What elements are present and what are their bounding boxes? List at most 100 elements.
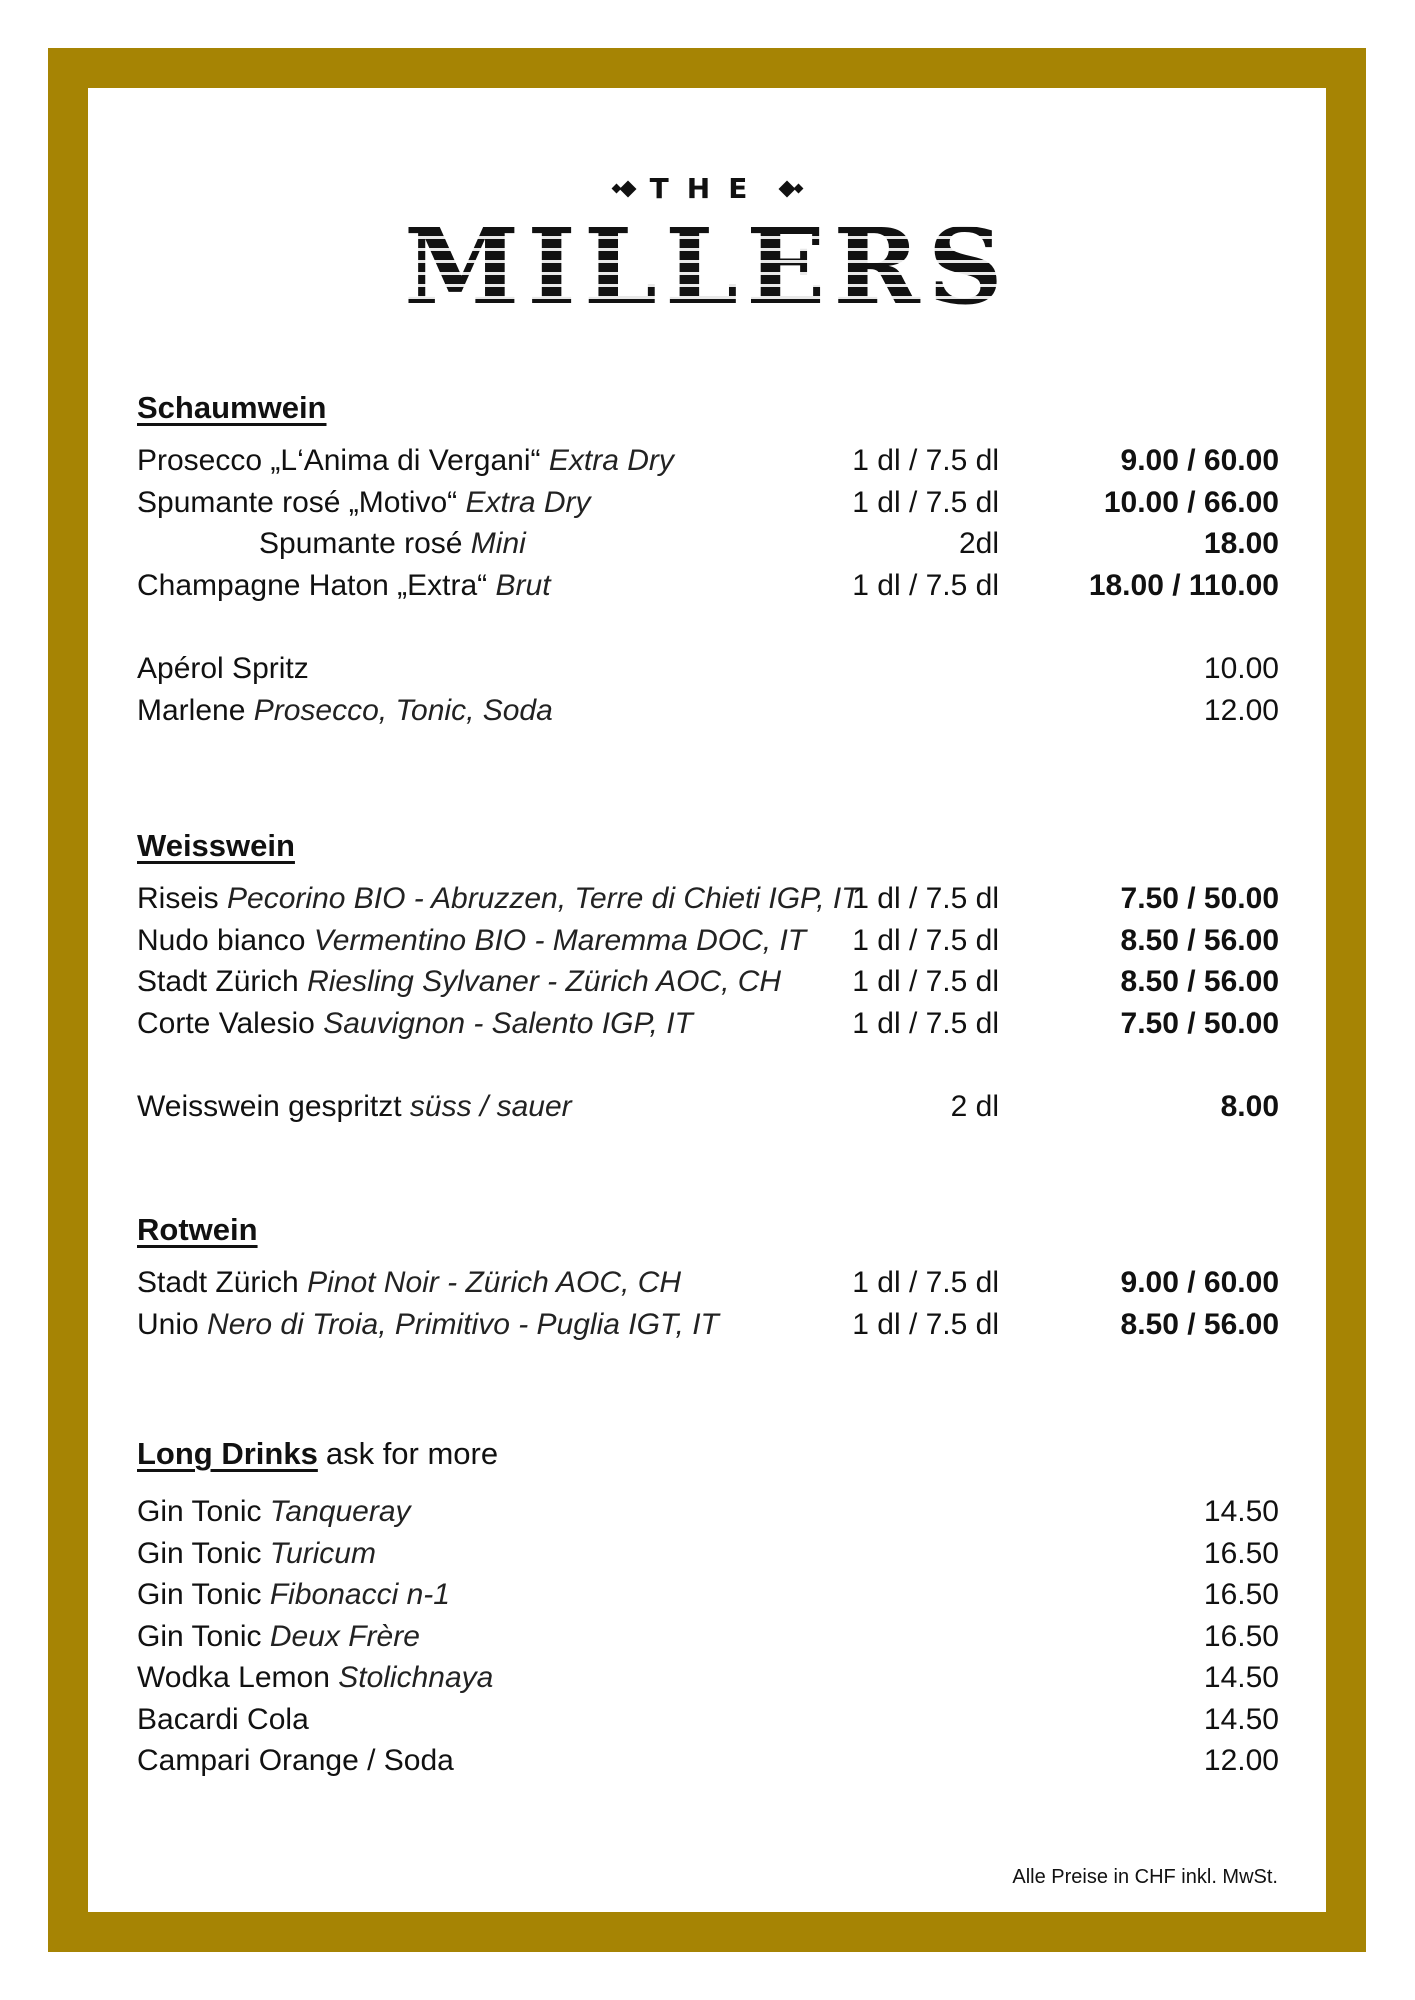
item-name: Champagne Haton „Extra“ Brut bbox=[137, 565, 551, 606]
item-title: Nudo bianco bbox=[137, 923, 306, 957]
menu-item: Nudo bianco Vermentino BIO - Maremma DOC… bbox=[137, 920, 1279, 962]
item-size: 1 dl / 7.5 dl bbox=[852, 1266, 999, 1299]
item-price: 7.50 / 50.00 bbox=[1120, 882, 1279, 915]
item-title: Apérol Spritz bbox=[137, 652, 309, 685]
section-rows: Riseis Pecorino BIO - Abruzzen, Terre di… bbox=[137, 878, 1279, 1128]
section-rows: Stadt Zürich Pinot Noir - Zürich AOC, CH… bbox=[137, 1262, 1279, 1345]
item-title: Weisswein gespritzt bbox=[137, 1090, 402, 1123]
item-title: Gin Tonic bbox=[137, 1619, 262, 1653]
section-title-text: Rotwein bbox=[137, 1212, 258, 1247]
item-price: 12.00 bbox=[1203, 693, 1279, 727]
item-price: 16.50 bbox=[1203, 1578, 1279, 1611]
item-title: Champagne Haton „Extra“ bbox=[137, 568, 488, 602]
item-detail: Mini bbox=[470, 527, 526, 560]
menu-item: Stadt Zürich Pinot Noir - Zürich AOC, CH… bbox=[137, 1262, 1279, 1304]
menu-item: Stadt Zürich Riesling Sylvaner - Zürich … bbox=[137, 961, 1279, 1003]
item-price: 8.50 / 56.00 bbox=[1120, 923, 1279, 957]
item-title: Riseis bbox=[137, 882, 219, 915]
item-detail: Riesling Sylvaner - Zürich AOC, CH bbox=[307, 965, 782, 998]
menu-item: Corte Valesio Sauvignon - Salento IGP, I… bbox=[137, 1003, 1279, 1045]
item-price: 18.00 / 110.00 bbox=[1088, 568, 1279, 602]
item-price: 16.50 bbox=[1203, 1536, 1279, 1570]
menu-item: Riseis Pecorino BIO - Abruzzen, Terre di… bbox=[137, 878, 1279, 920]
section-weisswein: Weisswein Riseis Pecorino BIO - Abruzzen,… bbox=[137, 826, 1279, 1128]
item-name: Unio Nero di Troia, Primitivo - Puglia I… bbox=[137, 1304, 719, 1345]
price-note: Alle Preise in CHF inkl. MwSt. bbox=[1012, 1866, 1278, 1888]
item-title: Bacardi Cola bbox=[137, 1702, 309, 1736]
item-price: 16.50 bbox=[1203, 1619, 1279, 1653]
item-title: Marlene bbox=[137, 693, 246, 727]
item-detail: Brut bbox=[495, 568, 551, 602]
item-price: 14.50 bbox=[1203, 1702, 1279, 1736]
item-name: Gin Tonic Deux Frère bbox=[137, 1616, 420, 1657]
item-price: 8.50 / 56.00 bbox=[1120, 965, 1279, 998]
logo-wordmark: MILLERS bbox=[404, 215, 1011, 319]
section-title-text: Long Drinks bbox=[137, 1436, 318, 1471]
section-title: Rotwein bbox=[137, 1210, 1279, 1250]
logo-the: THE bbox=[649, 172, 766, 205]
section-title-suffix: ask for more bbox=[325, 1436, 499, 1471]
item-size: 1 dl / 7.5 dl bbox=[852, 568, 999, 602]
item-name: Wodka Lemon Stolichnaya bbox=[137, 1657, 493, 1698]
item-detail: Stolichnaya bbox=[338, 1661, 494, 1694]
item-title: Campari Orange / Soda bbox=[137, 1744, 454, 1777]
logo: THE MILLERS bbox=[0, 172, 1415, 319]
menu-item: Gin Tonic Tanqueray 14.50 bbox=[137, 1491, 1279, 1533]
item-name: Marlene Prosecco, Tonic, Soda bbox=[137, 690, 553, 731]
logo-the-line: THE bbox=[0, 172, 1415, 205]
item-detail: Extra Dry bbox=[548, 444, 674, 477]
item-price: 8.50 / 56.00 bbox=[1120, 1307, 1279, 1341]
item-name: Gin Tonic Fibonacci n-1 bbox=[137, 1574, 450, 1615]
item-price: 14.50 bbox=[1203, 1495, 1279, 1528]
item-name: Weisswein gespritzt süss / sauer bbox=[137, 1086, 572, 1127]
item-size: 1 dl / 7.5 dl bbox=[852, 923, 999, 957]
section-schaumwein: Schaumwein Prosecco „L‘Anima di Vergani“ … bbox=[137, 388, 1279, 731]
menu-item: Bacardi Cola 14.50 bbox=[137, 1699, 1279, 1741]
item-title: Spumante rosé bbox=[259, 527, 463, 560]
item-size: 1 dl / 7.5 dl bbox=[852, 444, 999, 477]
item-name: Gin Tonic Turicum bbox=[137, 1533, 376, 1574]
menu-item: Apérol Spritz 10.00 bbox=[137, 648, 1279, 690]
section-title: Schaumwein bbox=[137, 388, 1279, 428]
item-price: 8.00 bbox=[1220, 1090, 1279, 1123]
item-title: Gin Tonic bbox=[137, 1578, 262, 1611]
item-size: 1 dl / 7.5 dl bbox=[852, 965, 999, 998]
menu-item: Prosecco „L‘Anima di Vergani“ Extra Dry 1… bbox=[137, 440, 1279, 482]
item-detail: Nero di Troia, Primitivo - Puglia IGT, I… bbox=[207, 1307, 719, 1341]
menu-item: Wodka Lemon Stolichnaya 14.50 bbox=[137, 1657, 1279, 1699]
menu-item: Gin Tonic Deux Frère 16.50 bbox=[137, 1616, 1279, 1658]
item-detail: Deux Frère bbox=[269, 1619, 420, 1653]
section-title: Weisswein bbox=[137, 826, 1279, 866]
item-detail: Pecorino BIO - Abruzzen, Terre di Chieti… bbox=[227, 882, 860, 915]
section-title-text: Schaumwein bbox=[137, 390, 327, 425]
item-name: Stadt Zürich Riesling Sylvaner - Zürich … bbox=[137, 961, 781, 1002]
row-spacer bbox=[137, 606, 1279, 648]
diamond-ornament-left-icon bbox=[611, 180, 637, 197]
item-title: Wodka Lemon bbox=[137, 1661, 330, 1694]
diamond-ornament-right-icon bbox=[778, 180, 804, 197]
item-size: 2dl bbox=[958, 527, 999, 560]
item-size: 1 dl / 7.5 dl bbox=[852, 485, 999, 519]
item-price: 10.00 bbox=[1203, 652, 1279, 685]
menu-item: Weisswein gespritzt süss / sauer 2 dl 8.00 bbox=[137, 1086, 1279, 1128]
item-name: Corte Valesio Sauvignon - Salento IGP, I… bbox=[137, 1003, 693, 1044]
item-name: Bacardi Cola bbox=[137, 1699, 309, 1740]
item-price: 10.00 / 66.00 bbox=[1103, 485, 1279, 519]
section-rows: Prosecco „L‘Anima di Vergani“ Extra Dry 1… bbox=[137, 440, 1279, 731]
item-price: 9.00 / 60.00 bbox=[1120, 1266, 1279, 1299]
item-detail: Sauvignon - Salento IGP, IT bbox=[323, 1006, 693, 1040]
item-name: Gin Tonic Tanqueray bbox=[137, 1491, 411, 1532]
item-detail: Turicum bbox=[269, 1536, 376, 1570]
item-price: 18.00 bbox=[1203, 527, 1279, 560]
item-detail: Pinot Noir - Zürich AOC, CH bbox=[307, 1266, 682, 1299]
item-size: 1 dl / 7.5 dl bbox=[852, 1006, 999, 1040]
section-rows: Gin Tonic Tanqueray 14.50 Gin Tonic Turicu… bbox=[137, 1491, 1279, 1782]
item-size: 2 dl bbox=[950, 1090, 999, 1123]
item-detail: Prosecco, Tonic, Soda bbox=[253, 693, 553, 727]
section-title-text: Weisswein bbox=[137, 828, 295, 863]
item-price: 7.50 / 50.00 bbox=[1120, 1006, 1279, 1040]
item-detail: Tanqueray bbox=[269, 1495, 411, 1528]
menu-item: Gin Tonic Turicum 16.50 bbox=[137, 1533, 1279, 1575]
section-title: Long Drinks ask for more bbox=[137, 1434, 1279, 1474]
item-name: Campari Orange / Soda bbox=[137, 1740, 454, 1781]
